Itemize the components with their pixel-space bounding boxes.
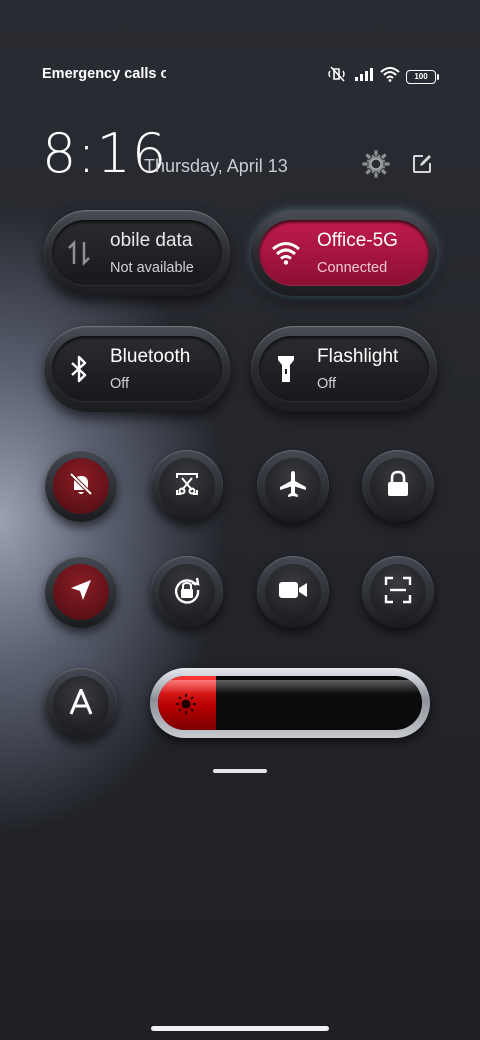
screen-recorder-toggle[interactable] xyxy=(257,556,329,628)
date: Thursday, April 13 xyxy=(144,156,288,176)
location-toggle[interactable] xyxy=(45,556,117,628)
sun-icon xyxy=(176,694,196,714)
lock-screen-toggle[interactable] xyxy=(362,450,434,522)
flashlight-title: Flashlight xyxy=(317,346,399,367)
wifi-title: Office-5G xyxy=(317,230,398,251)
airplane-icon xyxy=(278,469,308,504)
data-transfer-icon xyxy=(64,238,94,268)
bell-off-icon xyxy=(68,471,94,502)
bluetooth-icon xyxy=(64,354,94,384)
airplane-mode-toggle[interactable] xyxy=(257,450,329,522)
scissors-icon xyxy=(173,470,201,503)
auto-brightness-toggle[interactable] xyxy=(45,668,117,740)
flashlight-tile[interactable]: Flashlight Off xyxy=(251,326,437,412)
edit-icon[interactable] xyxy=(406,148,438,180)
scanner-toggle[interactable] xyxy=(362,556,434,628)
flashlight-icon xyxy=(271,354,301,384)
screenshot-toggle[interactable] xyxy=(151,450,223,522)
mobile-data-tile[interactable]: obile data Not available xyxy=(44,210,230,296)
wifi-tile[interactable]: Office-5G Connected xyxy=(251,210,437,296)
rotation-lock-toggle[interactable] xyxy=(151,556,223,628)
wifi-icon xyxy=(271,238,301,268)
bluetooth-tile[interactable]: Bluetooth Off xyxy=(44,326,230,412)
flashlight-status: Off xyxy=(317,376,337,392)
panel-drag-handle[interactable] xyxy=(213,769,267,773)
signal-icon xyxy=(354,67,374,86)
wifi-icon xyxy=(380,66,400,87)
brightness-slider[interactable] xyxy=(150,668,430,738)
scan-icon xyxy=(384,576,412,609)
settings-icon[interactable] xyxy=(360,148,392,180)
wifi-status: Connected xyxy=(317,260,388,276)
video-camera-icon xyxy=(278,579,308,606)
status-bar: Emergency calls o 100 xyxy=(42,66,439,87)
carrier-text: Emergency calls o xyxy=(42,66,166,82)
letter-a-icon xyxy=(68,685,94,720)
rotation-lock-icon xyxy=(172,575,202,610)
mobile-data-title: obile data xyxy=(110,230,193,251)
battery-icon: 100 xyxy=(406,69,439,84)
status-icons: 100 xyxy=(328,66,439,87)
mute-toggle[interactable] xyxy=(45,450,117,522)
home-gesture-bar[interactable] xyxy=(151,1026,329,1031)
mobile-data-status: Not available xyxy=(110,260,194,276)
bluetooth-status: Off xyxy=(110,376,130,392)
mute-vibrate-icon xyxy=(328,66,348,87)
bluetooth-title: Bluetooth xyxy=(110,346,191,367)
location-arrow-icon xyxy=(69,578,93,607)
lock-icon xyxy=(386,470,410,503)
brightness-track xyxy=(158,676,422,730)
